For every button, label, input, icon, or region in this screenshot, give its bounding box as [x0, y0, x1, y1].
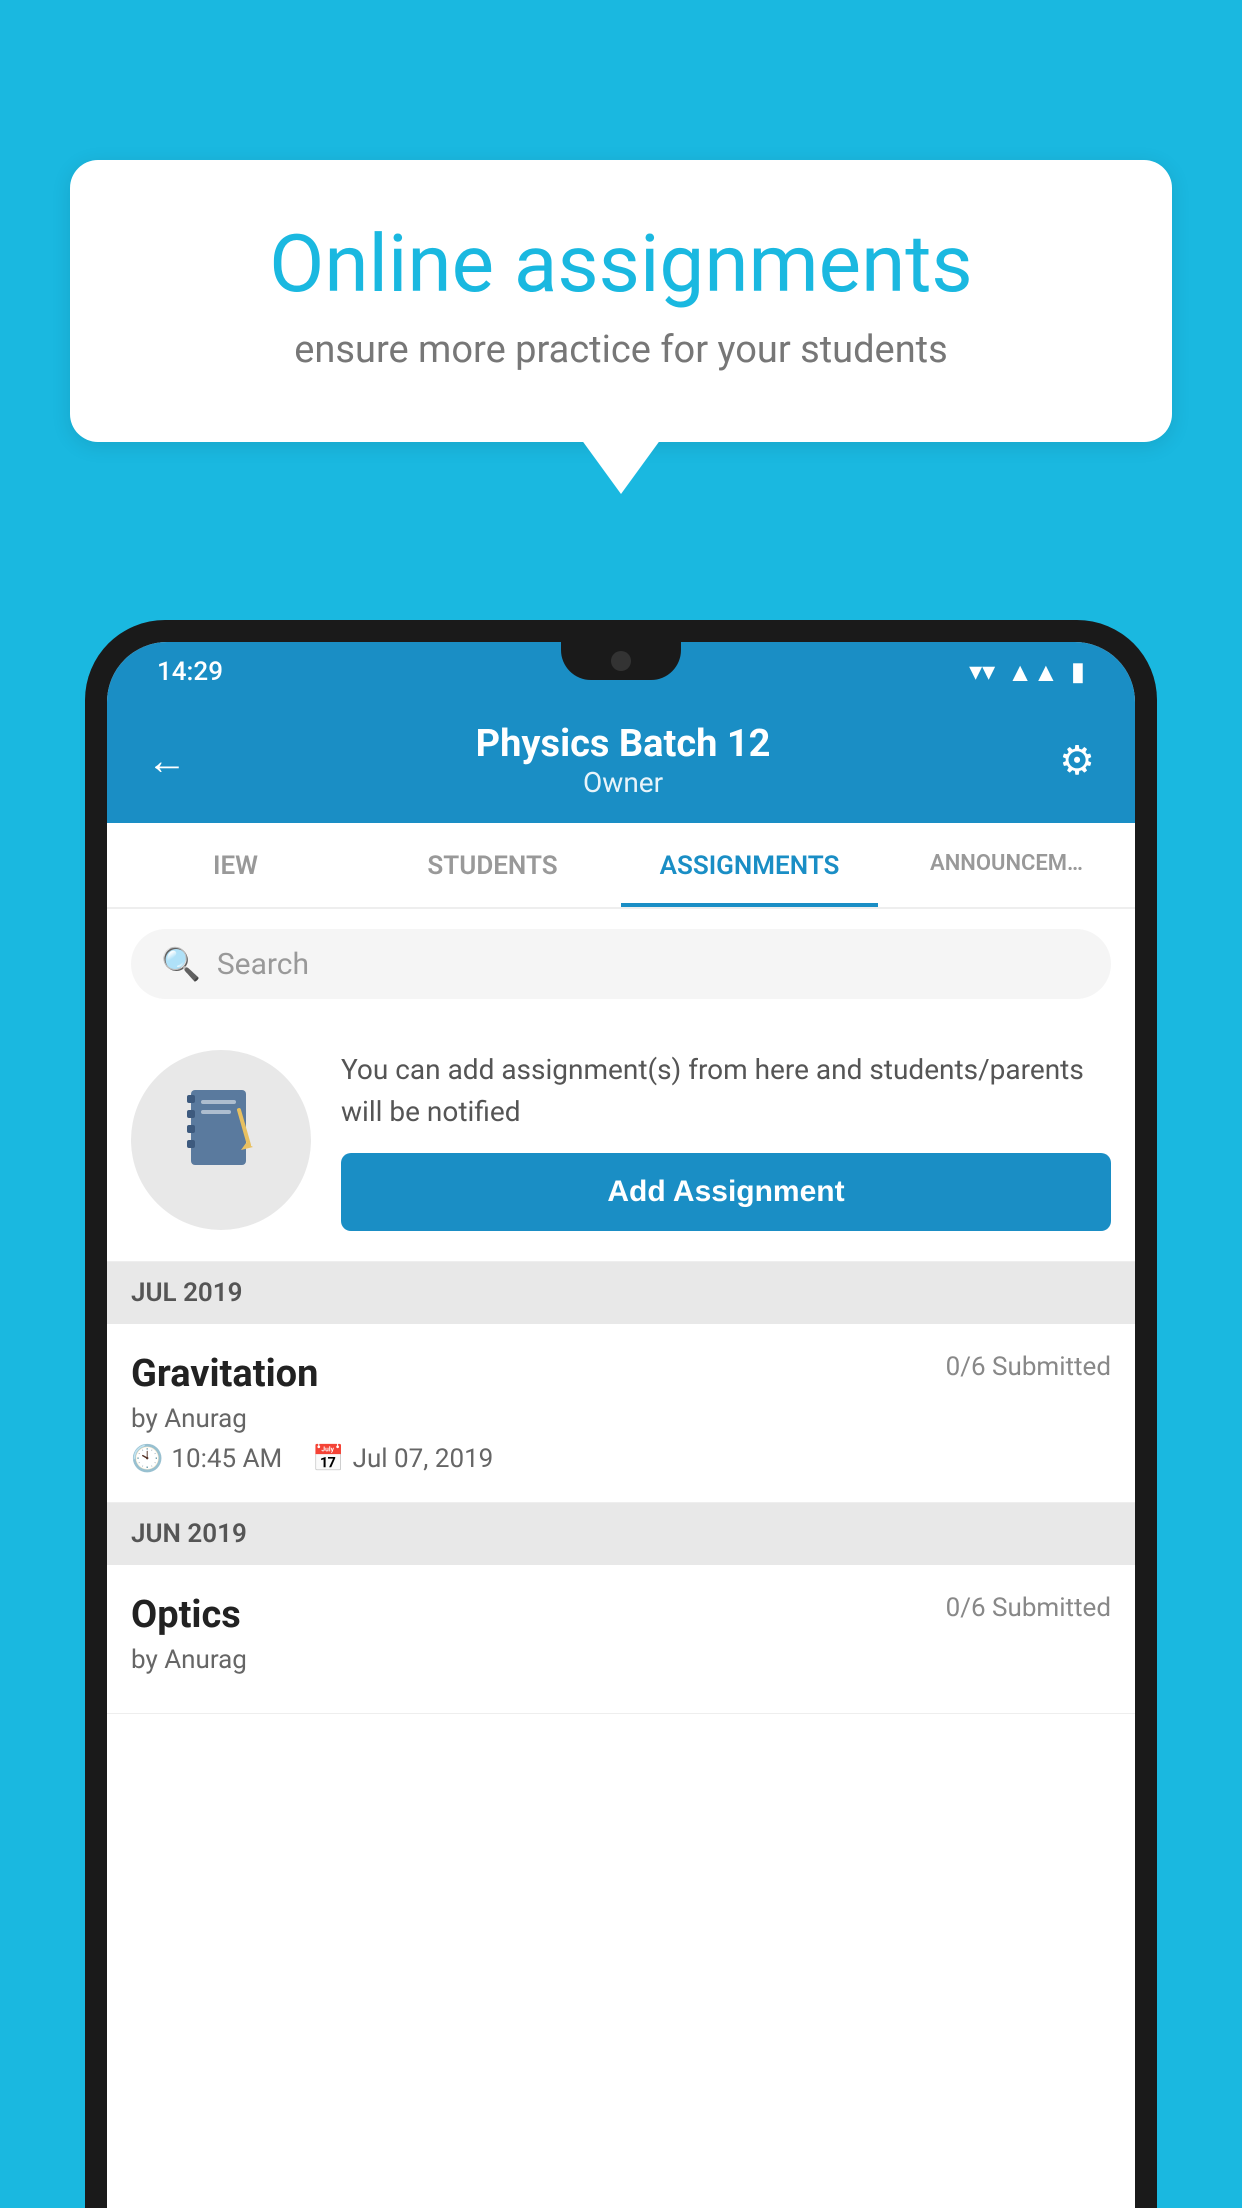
phone-screen: 14:29 ▾▾ ▲▲ ▮ ← Physics Batch 12 Owner ⚙… [107, 642, 1135, 2208]
notebook-icon [181, 1085, 261, 1195]
promo-section: You can add assignment(s) from here and … [107, 1019, 1135, 1262]
assignment-optics-submitted: 0/6 Submitted [946, 1593, 1111, 1623]
status-time: 14:29 [157, 657, 223, 687]
assignment-submitted: 0/6 Submitted [946, 1352, 1111, 1382]
promo-content: You can add assignment(s) from here and … [341, 1049, 1111, 1231]
assignment-optics-name: Optics [131, 1593, 241, 1637]
section-jun-label: JUN 2019 [131, 1519, 247, 1549]
phone-container: 14:29 ▾▾ ▲▲ ▮ ← Physics Batch 12 Owner ⚙… [85, 620, 1157, 2208]
assignment-time: 🕙 10:45 AM [131, 1444, 282, 1474]
bubble-subtitle: ensure more practice for your students [140, 328, 1102, 372]
search-icon: 🔍 [161, 945, 201, 983]
bubble-title: Online assignments [140, 220, 1102, 308]
wifi-icon: ▾▾ [969, 657, 995, 687]
tab-iew[interactable]: IEW [107, 823, 364, 907]
back-button[interactable]: ← [147, 737, 187, 784]
assignment-optics[interactable]: Optics 0/6 Submitted by Anurag [107, 1565, 1135, 1714]
camera-dot [611, 651, 631, 671]
clock-icon: 🕙 [131, 1444, 163, 1474]
section-jul-label: JUL 2019 [131, 1278, 243, 1308]
header-center: Physics Batch 12 Owner [476, 722, 771, 799]
phone-notch [561, 642, 681, 680]
time-value: 10:45 AM [171, 1444, 282, 1474]
tab-announcements[interactable]: ANNOUNCEM… [878, 823, 1135, 907]
tab-assignments[interactable]: ASSIGNMENTS [621, 823, 878, 907]
section-jul-2019: JUL 2019 [107, 1262, 1135, 1324]
header-subtitle: Owner [476, 766, 771, 799]
assignment-by: by Anurag [131, 1404, 1111, 1434]
assignment-meta: 🕙 10:45 AM 📅 Jul 07, 2019 [131, 1444, 1111, 1474]
assignment-optics-top: Optics 0/6 Submitted [131, 1593, 1111, 1637]
assignment-gravitation[interactable]: Gravitation 0/6 Submitted by Anurag 🕙 10… [107, 1324, 1135, 1503]
signal-icon: ▲▲ [1007, 657, 1058, 688]
speech-bubble: Online assignments ensure more practice … [70, 160, 1172, 442]
assignment-top: Gravitation 0/6 Submitted [131, 1352, 1111, 1396]
promo-text: You can add assignment(s) from here and … [341, 1049, 1111, 1133]
date-value: Jul 07, 2019 [353, 1444, 494, 1474]
battery-icon: ▮ [1071, 657, 1085, 687]
section-jun-2019: JUN 2019 [107, 1503, 1135, 1565]
status-icons: ▾▾ ▲▲ ▮ [969, 657, 1085, 688]
calendar-icon: 📅 [312, 1444, 344, 1474]
speech-bubble-container: Online assignments ensure more practice … [70, 160, 1172, 442]
promo-icon-circle [131, 1050, 311, 1230]
tab-students[interactable]: STUDENTS [364, 823, 621, 907]
assignment-optics-by: by Anurag [131, 1645, 1111, 1675]
app-header: ← Physics Batch 12 Owner ⚙ [107, 702, 1135, 823]
tabs-bar: IEW STUDENTS ASSIGNMENTS ANNOUNCEM… [107, 823, 1135, 909]
settings-icon[interactable]: ⚙ [1059, 737, 1095, 784]
search-container: 🔍 Search [107, 909, 1135, 1019]
assignment-date: 📅 Jul 07, 2019 [312, 1444, 493, 1474]
header-title: Physics Batch 12 [476, 722, 771, 766]
assignment-name: Gravitation [131, 1352, 318, 1396]
search-placeholder: Search [217, 947, 309, 982]
add-assignment-button[interactable]: Add Assignment [341, 1153, 1111, 1231]
phone-outer: 14:29 ▾▾ ▲▲ ▮ ← Physics Batch 12 Owner ⚙… [85, 620, 1157, 2208]
search-bar[interactable]: 🔍 Search [131, 929, 1111, 999]
